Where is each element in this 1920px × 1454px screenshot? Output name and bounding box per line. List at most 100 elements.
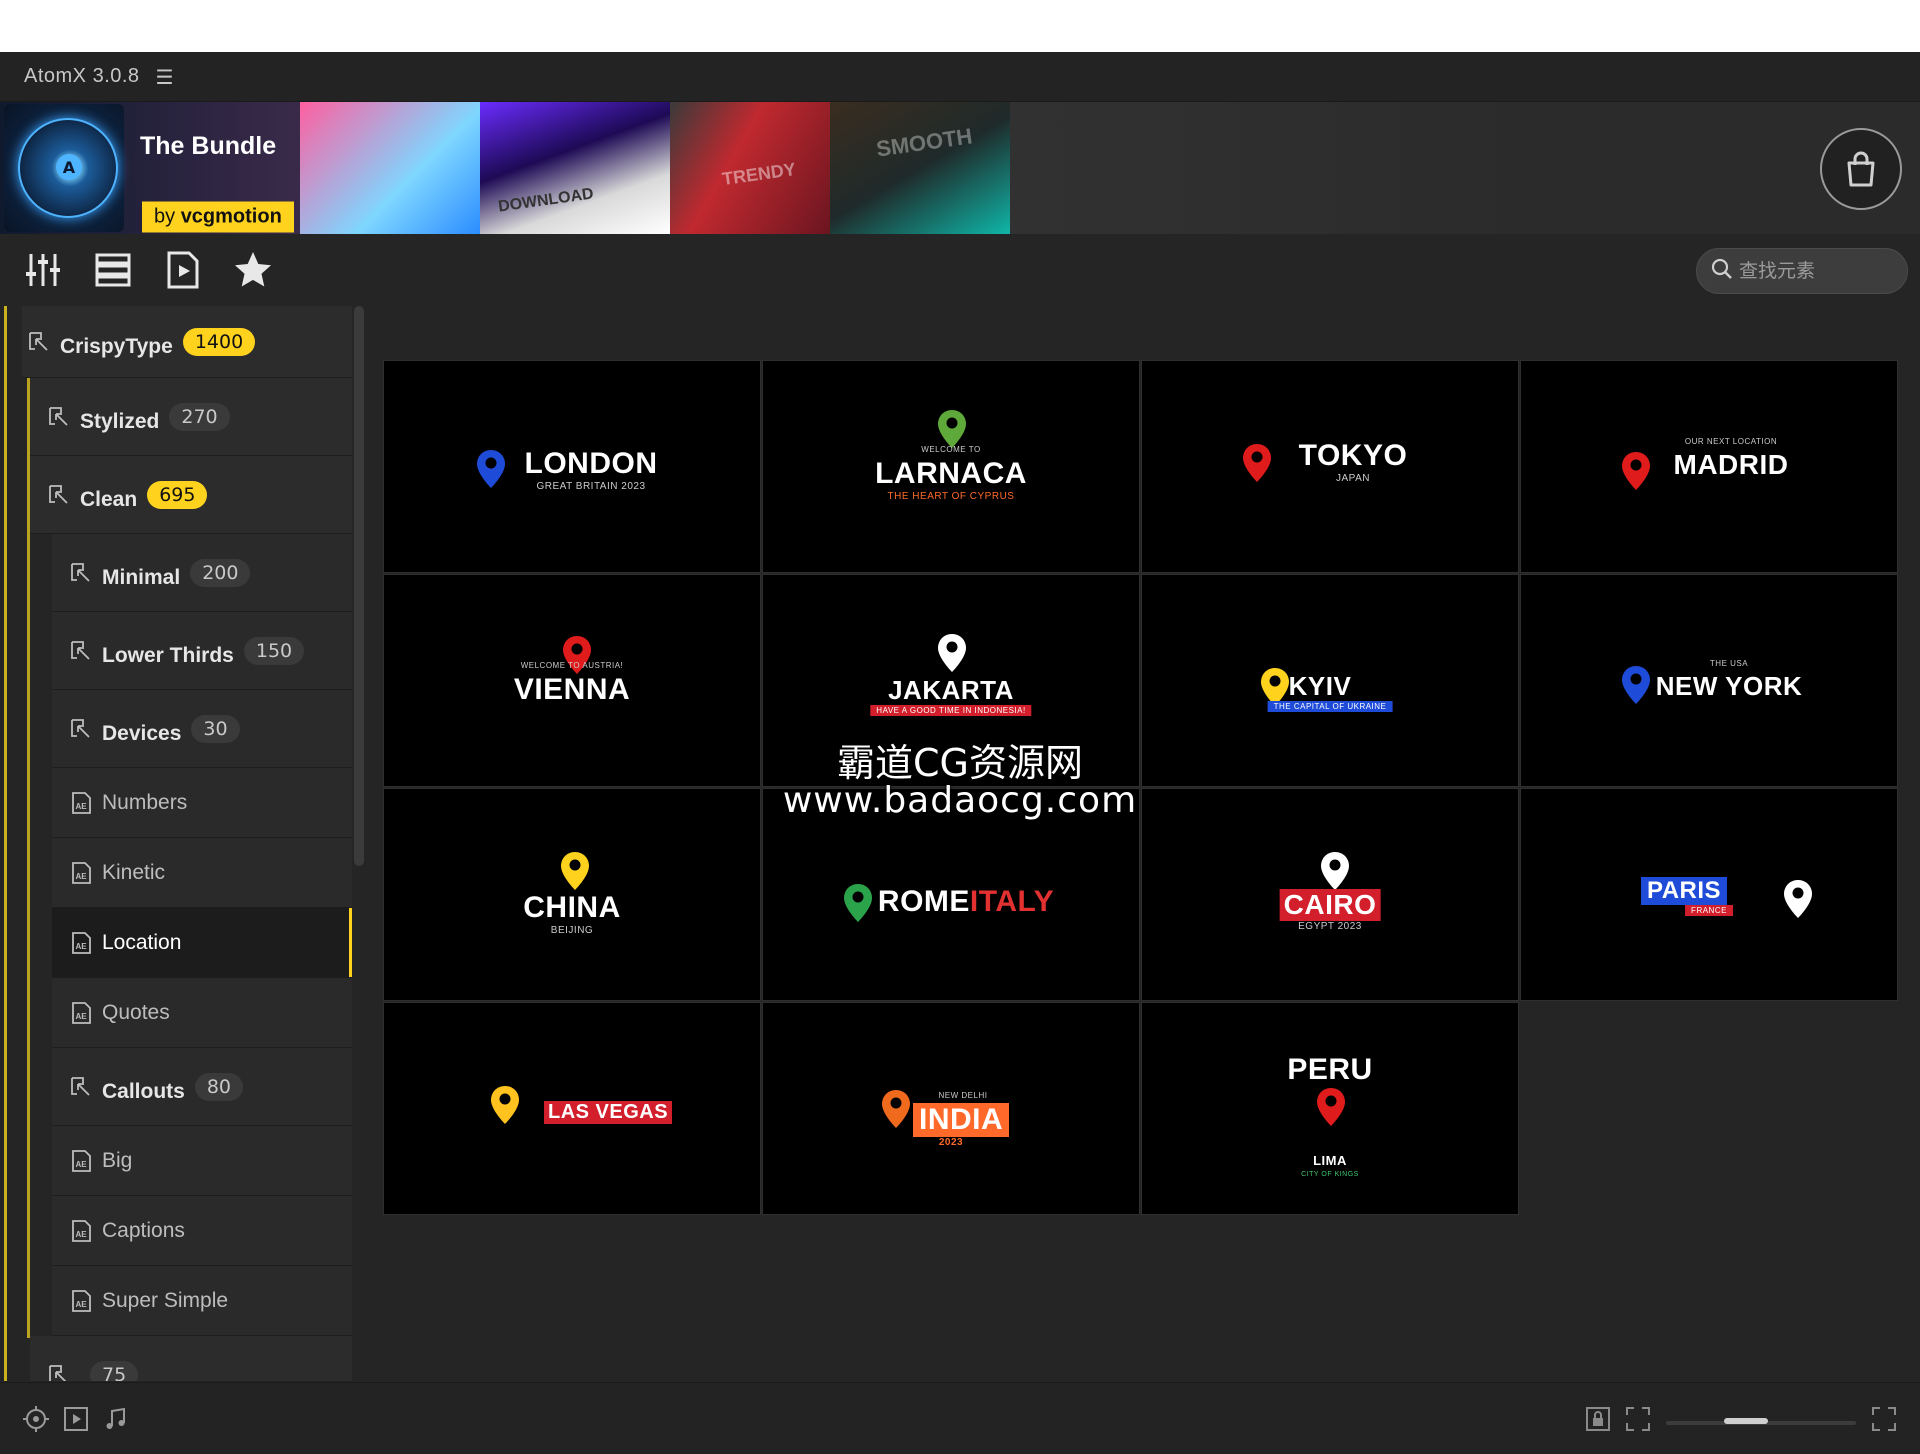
sidebar-item-label: Lower Thirds xyxy=(102,643,234,667)
zoom-slider[interactable] xyxy=(1666,1418,1856,1425)
app-window: AtomX 3.0.8 ☰ DOWNLOAD TRENDY SMOOTH A T… xyxy=(0,52,1920,1454)
sidebar-item[interactable]: AE Big xyxy=(52,1126,352,1196)
template-tile[interactable]: TOKYO JAPAN xyxy=(1141,360,1519,573)
count-badge: 200 xyxy=(190,558,251,587)
bundle-title: The Bundle xyxy=(140,132,277,160)
sliders-icon[interactable] xyxy=(18,245,68,295)
tile-title: NEW YORK xyxy=(1655,671,1803,701)
tile-title: VIENNA xyxy=(513,673,631,706)
search-input[interactable] xyxy=(1739,260,1899,282)
count-badge: 1400 xyxy=(182,327,256,356)
sidebar-item-label: Super Simple xyxy=(102,1288,229,1312)
count-badge: 270 xyxy=(169,402,230,431)
map-pin-icon xyxy=(1783,879,1813,923)
sidebar-item[interactable]: Minimal 200 xyxy=(52,534,352,612)
sidebar-item[interactable]: AE Kinetic xyxy=(52,838,352,908)
tile-pretitle: WELCOME TO xyxy=(921,445,981,454)
sidebar-item[interactable]: AE Location xyxy=(52,908,352,978)
tile-subtitle: FRANCE xyxy=(1685,905,1733,916)
count-badge: 150 xyxy=(243,636,305,665)
template-tile[interactable]: VIENNA WELCOME TO AUSTRIA! xyxy=(383,574,761,787)
active-indicator xyxy=(349,908,352,977)
sidebar-item[interactable]: Callouts 80 xyxy=(52,1048,352,1126)
fullscreen-icon[interactable] xyxy=(1870,1405,1898,1433)
map-pin-icon xyxy=(490,1085,520,1129)
map-pin-icon xyxy=(937,633,967,677)
sidebar-rail xyxy=(4,306,7,1381)
ae-file-icon: AE xyxy=(68,860,94,886)
template-tile[interactable]: NEW YORK THE USA xyxy=(1520,574,1898,787)
count-badge: 75 xyxy=(90,1360,139,1381)
tile-title-accent: ITALY xyxy=(969,885,1055,918)
sidebar-item[interactable]: AE Numbers xyxy=(52,768,352,838)
atomx-logo: A xyxy=(4,104,124,232)
fit-icon[interactable] xyxy=(1624,1405,1652,1433)
template-tile[interactable]: CHINA BEIJING xyxy=(383,788,761,1001)
tile-title: CHINA xyxy=(523,891,621,924)
template-tile[interactable]: LARNACA WELCOME TO THE HEART OF CYPRUS xyxy=(762,360,1140,573)
play-icon[interactable] xyxy=(62,1405,90,1433)
hamburger-icon[interactable]: ☰ xyxy=(156,65,174,89)
sidebar-item[interactable]: Stylized 270 xyxy=(30,378,352,456)
lock-icon[interactable] xyxy=(1584,1405,1612,1433)
sidebar-item[interactable]: AE Super Simple xyxy=(52,1266,352,1336)
video-file-icon[interactable] xyxy=(158,245,208,295)
sidebar-item[interactable]: CrispyType 1400 xyxy=(22,306,352,378)
sidebar-item-label: Clean xyxy=(80,487,138,511)
sidebar-item[interactable]: Devices 30 xyxy=(52,690,352,768)
star-icon[interactable] xyxy=(228,245,278,295)
template-tile[interactable]: MADRID OUR NEXT LOCATION xyxy=(1520,360,1898,573)
app-title: AtomX 3.0.8 xyxy=(24,65,140,87)
sidebar-item[interactable]: AE Captions xyxy=(52,1196,352,1266)
template-tile[interactable]: INDIA NEW DELHI 2023 xyxy=(762,1002,1140,1215)
tile-subtitle: LIMA xyxy=(1313,1153,1347,1168)
banner[interactable]: DOWNLOAD TRENDY SMOOTH A The Bundle by v… xyxy=(0,102,1920,234)
sidebar-item[interactable]: AE Quotes xyxy=(52,978,352,1048)
tile-subtitle: 2023 xyxy=(938,1137,964,1148)
sidebar-scrollbar[interactable] xyxy=(354,306,364,866)
svg-text:AE: AE xyxy=(76,1230,88,1239)
music-icon[interactable] xyxy=(102,1405,130,1433)
ae-file-icon: AE xyxy=(68,1218,94,1244)
toolbar xyxy=(0,234,1920,306)
tile-pretitle: WELCOME TO AUSTRIA! xyxy=(520,661,624,670)
template-tile[interactable]: PERU LIMA CITY OF KINGS xyxy=(1141,1002,1519,1215)
svg-text:AE: AE xyxy=(76,872,88,881)
folder-icon xyxy=(68,638,94,664)
count-badge: 80 xyxy=(194,1072,244,1101)
list-icon[interactable] xyxy=(88,245,138,295)
tile-pretitle: NEW DELHI xyxy=(938,1091,988,1100)
template-tile[interactable]: LONDON GREAT BRITAIN 2023 xyxy=(383,360,761,573)
tile-subtitle: JAPAN xyxy=(1336,473,1370,484)
zoom-slider-thumb[interactable] xyxy=(1724,1418,1768,1424)
sidebar-item[interactable]: Clean 695 xyxy=(30,456,352,534)
tile-title: INDIA xyxy=(913,1103,1010,1137)
tile-title: LONDON xyxy=(524,447,658,480)
template-tile[interactable]: JAKARTA HAVE A GOOD TIME IN INDONESIA! xyxy=(762,574,1140,787)
target-icon[interactable] xyxy=(22,1405,50,1433)
template-tile[interactable]: ROMEITALY xyxy=(762,788,1140,1001)
template-tile[interactable]: LAS VEGAS xyxy=(383,1002,761,1215)
template-tile[interactable]: KYIV THE CAPITAL OF UKRAINE xyxy=(1141,574,1519,787)
ae-file-icon: AE xyxy=(68,930,94,956)
tile-title: KYIV xyxy=(1288,671,1352,701)
template-tile[interactable]: PARIS FRANCE xyxy=(1520,788,1898,1001)
sidebar-item[interactable]: Lower Thirds 150 xyxy=(52,612,352,690)
search-box[interactable] xyxy=(1696,248,1908,294)
tile-title: PERU xyxy=(1287,1053,1373,1086)
ae-file-icon: AE xyxy=(68,790,94,816)
tile-subtitle: BEIJING xyxy=(550,925,594,936)
sidebar-item-label: Captions xyxy=(102,1218,185,1242)
tile-subtitle: GREAT BRITAIN 2023 xyxy=(536,481,646,492)
shopping-bag-icon[interactable] xyxy=(1820,128,1902,210)
folder-icon xyxy=(46,1362,72,1381)
count-badge: 30 xyxy=(191,714,240,743)
bundle-author[interactable]: by vcgmotion xyxy=(142,201,294,233)
svg-text:AE: AE xyxy=(76,1160,88,1169)
folder-icon xyxy=(68,1074,94,1100)
tile-title: MADRID xyxy=(1673,449,1789,480)
ae-file-icon: AE xyxy=(68,1148,94,1174)
template-tile[interactable]: CAIRO EGYPT 2023 xyxy=(1141,788,1519,1001)
sidebar-item[interactable]: 75 xyxy=(30,1336,352,1381)
ae-file-icon: AE xyxy=(68,1288,94,1314)
